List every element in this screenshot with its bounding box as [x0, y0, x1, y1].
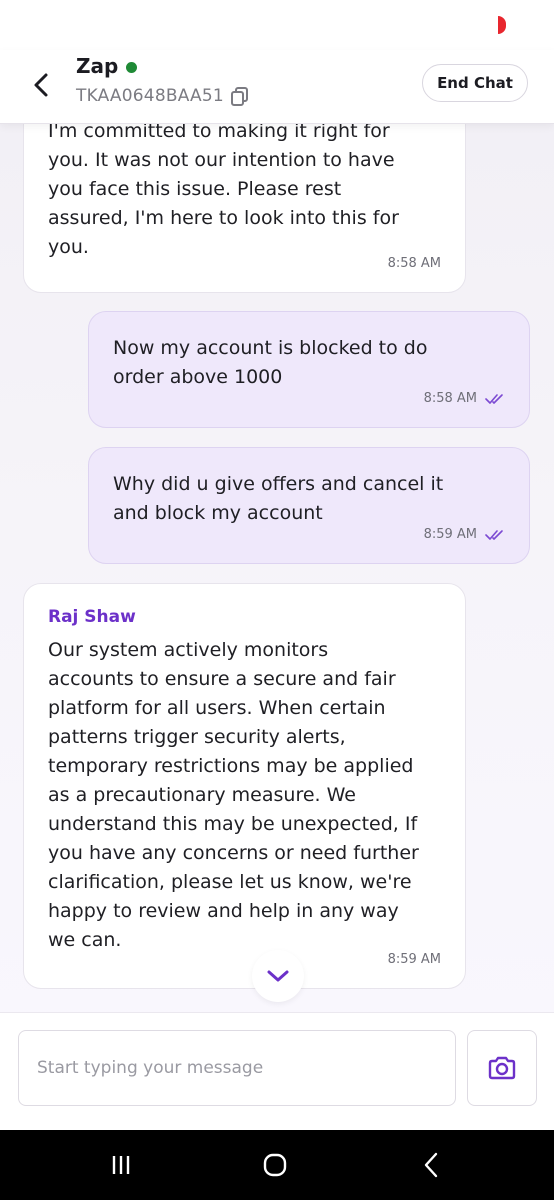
agent-message: I'm committed to making it right for you… [23, 124, 466, 293]
home-icon [263, 1153, 287, 1177]
ticket-id: TKAA0648BAA51 [76, 86, 224, 106]
message-time: 8:59 AM [387, 952, 441, 967]
recent-apps-icon [112, 1156, 130, 1174]
back-arrow-icon [424, 1152, 438, 1178]
message-meta: 8:58 AM [424, 384, 505, 413]
message-time: 8:59 AM [423, 527, 477, 542]
online-status-icon [126, 61, 138, 73]
back-button[interactable] [26, 68, 56, 102]
double-check-icon [485, 393, 503, 404]
system-navigation-bar [0, 1130, 554, 1200]
home-button[interactable] [255, 1148, 295, 1182]
message-sender: Raj Shaw [48, 607, 136, 627]
scroll-to-bottom-button[interactable] [252, 950, 304, 1002]
message-text: I'm committed to making it right for you… [48, 124, 399, 258]
chat-header: Zap TKAA0648BAA51 End Chat [0, 50, 554, 124]
agent-message: Raj Shaw Our system actively monitors ac… [23, 583, 466, 989]
end-chat-button[interactable]: End Chat [422, 64, 528, 102]
recent-apps-button[interactable] [101, 1148, 141, 1182]
recording-indicator-icon [498, 16, 506, 34]
agent-name: Zap [76, 54, 119, 78]
message-time: 8:58 AM [387, 256, 441, 271]
message-time: 8:58 AM [423, 391, 477, 406]
chevron-down-icon [267, 970, 289, 982]
message-composer [0, 1012, 554, 1130]
copy-icon[interactable] [230, 86, 250, 106]
user-message: Now my account is blocked to do order ab… [88, 311, 530, 428]
agent-title-row: Zap [76, 54, 138, 78]
ticket-row: TKAA0648BAA51 [76, 86, 250, 106]
message-meta: 8:59 AM [424, 520, 505, 549]
camera-button[interactable] [467, 1030, 537, 1106]
chat-messages[interactable]: I'm committed to making it right for you… [0, 124, 554, 1012]
double-check-icon [485, 529, 503, 540]
message-meta: 8:58 AM [388, 249, 441, 278]
status-bar [0, 0, 554, 50]
message-text: Our system actively monitors accounts to… [48, 639, 419, 951]
user-message: Why did u give offers and cancel it and … [88, 447, 530, 564]
message-input[interactable] [18, 1030, 456, 1106]
system-back-button[interactable] [411, 1148, 451, 1182]
chevron-left-icon [34, 73, 48, 97]
camera-icon [488, 1056, 516, 1080]
message-meta: 8:59 AM [388, 945, 441, 974]
